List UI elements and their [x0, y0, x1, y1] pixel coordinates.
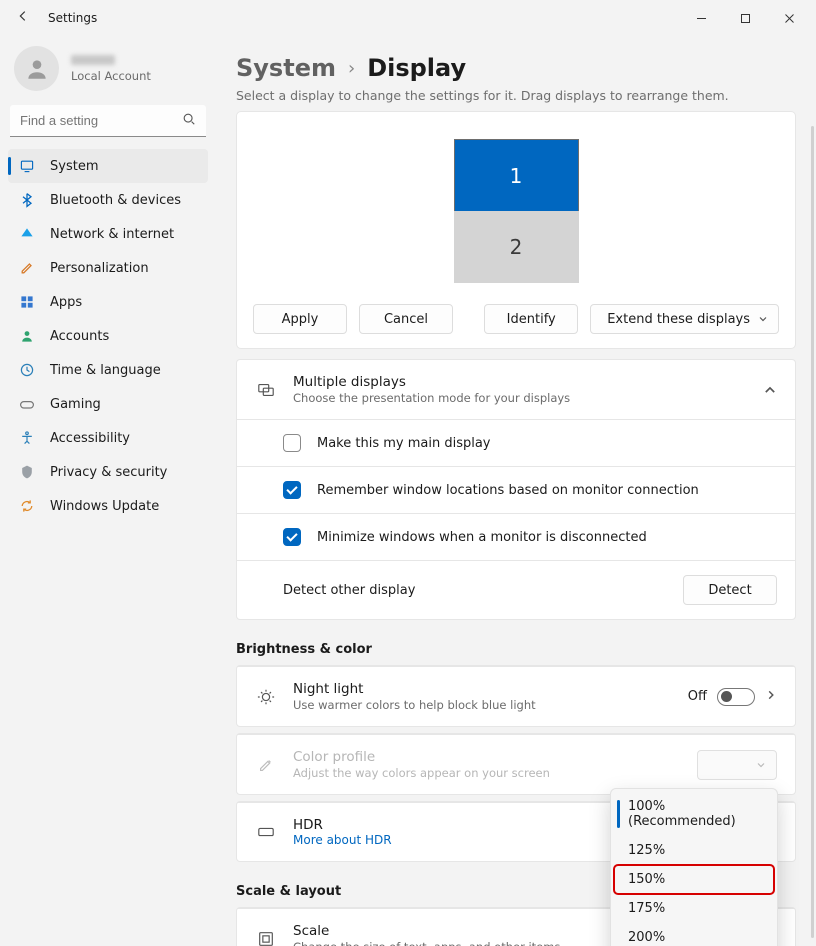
- chevron-right-icon: ›: [348, 58, 355, 79]
- section-brightness: Brightness & color: [236, 642, 796, 657]
- scale-option[interactable]: 175%: [614, 894, 774, 923]
- sidebar-item-apps[interactable]: Apps: [8, 285, 208, 319]
- scrollbar[interactable]: [811, 126, 814, 938]
- remember-locations-checkbox[interactable]: [283, 481, 301, 499]
- page-subheading: Select a display to change the settings …: [236, 88, 796, 103]
- sidebar-item-gaming[interactable]: Gaming: [8, 387, 208, 421]
- close-button[interactable]: [768, 2, 810, 34]
- color-profile-icon: [255, 756, 277, 774]
- scale-dropdown-popup[interactable]: 100% (Recommended)125%150%175%200%225%: [610, 788, 778, 946]
- multiple-displays-title: Multiple displays: [293, 374, 747, 390]
- accounts-icon: [18, 327, 36, 345]
- window-title: Settings: [48, 11, 97, 25]
- sidebar-item-label: Bluetooth & devices: [50, 193, 181, 208]
- sidebar-item-update[interactable]: Windows Update: [8, 489, 208, 523]
- sidebar-item-label: System: [50, 159, 98, 174]
- identify-button[interactable]: Identify: [484, 304, 578, 334]
- privacy-icon: [18, 463, 36, 481]
- night-light-expand[interactable]: [765, 689, 777, 705]
- hdr-icon: [255, 823, 277, 841]
- main-display-checkbox[interactable]: [283, 434, 301, 452]
- remember-locations-label: Remember window locations based on monit…: [317, 483, 699, 498]
- sidebar-item-label: Network & internet: [50, 227, 174, 242]
- display-mode-dropdown[interactable]: Extend these displays: [590, 304, 779, 334]
- night-light-icon: [255, 688, 277, 706]
- cancel-button[interactable]: Cancel: [359, 304, 453, 334]
- sidebar-item-label: Accounts: [50, 329, 109, 344]
- time-icon: [18, 361, 36, 379]
- search-box[interactable]: [10, 105, 206, 137]
- color-profile-title: Color profile: [293, 749, 681, 765]
- multiple-displays-icon: [255, 381, 277, 399]
- system-icon: [18, 157, 36, 175]
- profile-subtitle: Local Account: [71, 69, 151, 83]
- minimize-windows-label: Minimize windows when a monitor is disco…: [317, 530, 647, 545]
- sidebar-item-label: Accessibility: [50, 431, 130, 446]
- minimize-windows-checkbox[interactable]: [283, 528, 301, 546]
- night-light-toggle[interactable]: [717, 688, 755, 706]
- sidebar-item-label: Windows Update: [50, 499, 159, 514]
- breadcrumb-root[interactable]: System: [236, 54, 336, 82]
- breadcrumb-current: Display: [367, 54, 466, 82]
- minimize-button[interactable]: [680, 2, 722, 34]
- profile-name-redacted: [71, 55, 115, 65]
- scale-icon: [255, 930, 277, 946]
- sidebar-item-accessibility[interactable]: Accessibility: [8, 421, 208, 455]
- gaming-icon: [18, 395, 36, 413]
- collapse-button[interactable]: [763, 383, 777, 397]
- personalization-icon: [18, 259, 36, 277]
- sidebar-item-label: Privacy & security: [50, 465, 167, 480]
- detect-button[interactable]: Detect: [683, 575, 777, 605]
- sidebar-item-privacy[interactable]: Privacy & security: [8, 455, 208, 489]
- avatar[interactable]: [14, 46, 59, 91]
- bluetooth-icon: [18, 191, 36, 209]
- accessibility-icon: [18, 429, 36, 447]
- sidebar-item-time[interactable]: Time & language: [8, 353, 208, 387]
- multiple-displays-sub: Choose the presentation mode for your di…: [293, 391, 747, 405]
- monitor-1[interactable]: 1: [454, 139, 579, 211]
- sidebar-item-accounts[interactable]: Accounts: [8, 319, 208, 353]
- chevron-up-icon: [763, 383, 777, 397]
- color-profile-sub: Adjust the way colors appear on your scr…: [293, 766, 681, 780]
- sidebar-item-personalization[interactable]: Personalization: [8, 251, 208, 285]
- maximize-button[interactable]: [724, 2, 766, 34]
- main-display-label: Make this my main display: [317, 436, 491, 451]
- sidebar-item-system[interactable]: System: [8, 149, 208, 183]
- monitor-2[interactable]: 2: [454, 211, 579, 283]
- detect-display-label: Detect other display: [283, 583, 667, 598]
- back-button[interactable]: [16, 9, 30, 27]
- scale-option[interactable]: 150%: [614, 865, 774, 894]
- night-light-sub: Use warmer colors to help block blue lig…: [293, 698, 672, 712]
- color-profile-dropdown: [697, 750, 777, 780]
- network-icon: [18, 225, 36, 243]
- apply-button[interactable]: Apply: [253, 304, 347, 334]
- night-light-title: Night light: [293, 681, 672, 697]
- night-light-state: Off: [688, 689, 707, 704]
- sidebar-item-bluetooth[interactable]: Bluetooth & devices: [8, 183, 208, 217]
- sidebar-item-label: Personalization: [50, 261, 149, 276]
- chevron-down-icon: [758, 314, 768, 324]
- apps-icon: [18, 293, 36, 311]
- sidebar-item-label: Apps: [50, 295, 82, 310]
- sidebar-item-network[interactable]: Network & internet: [8, 217, 208, 251]
- update-icon: [18, 497, 36, 515]
- scale-option[interactable]: 125%: [614, 836, 774, 865]
- chevron-down-icon: [756, 760, 766, 770]
- sidebar-item-label: Gaming: [50, 397, 101, 412]
- scale-option[interactable]: 100% (Recommended): [614, 792, 774, 836]
- search-icon: [182, 112, 196, 130]
- sidebar-item-label: Time & language: [50, 363, 161, 378]
- scale-option[interactable]: 200%: [614, 923, 774, 946]
- search-input[interactable]: [10, 105, 206, 136]
